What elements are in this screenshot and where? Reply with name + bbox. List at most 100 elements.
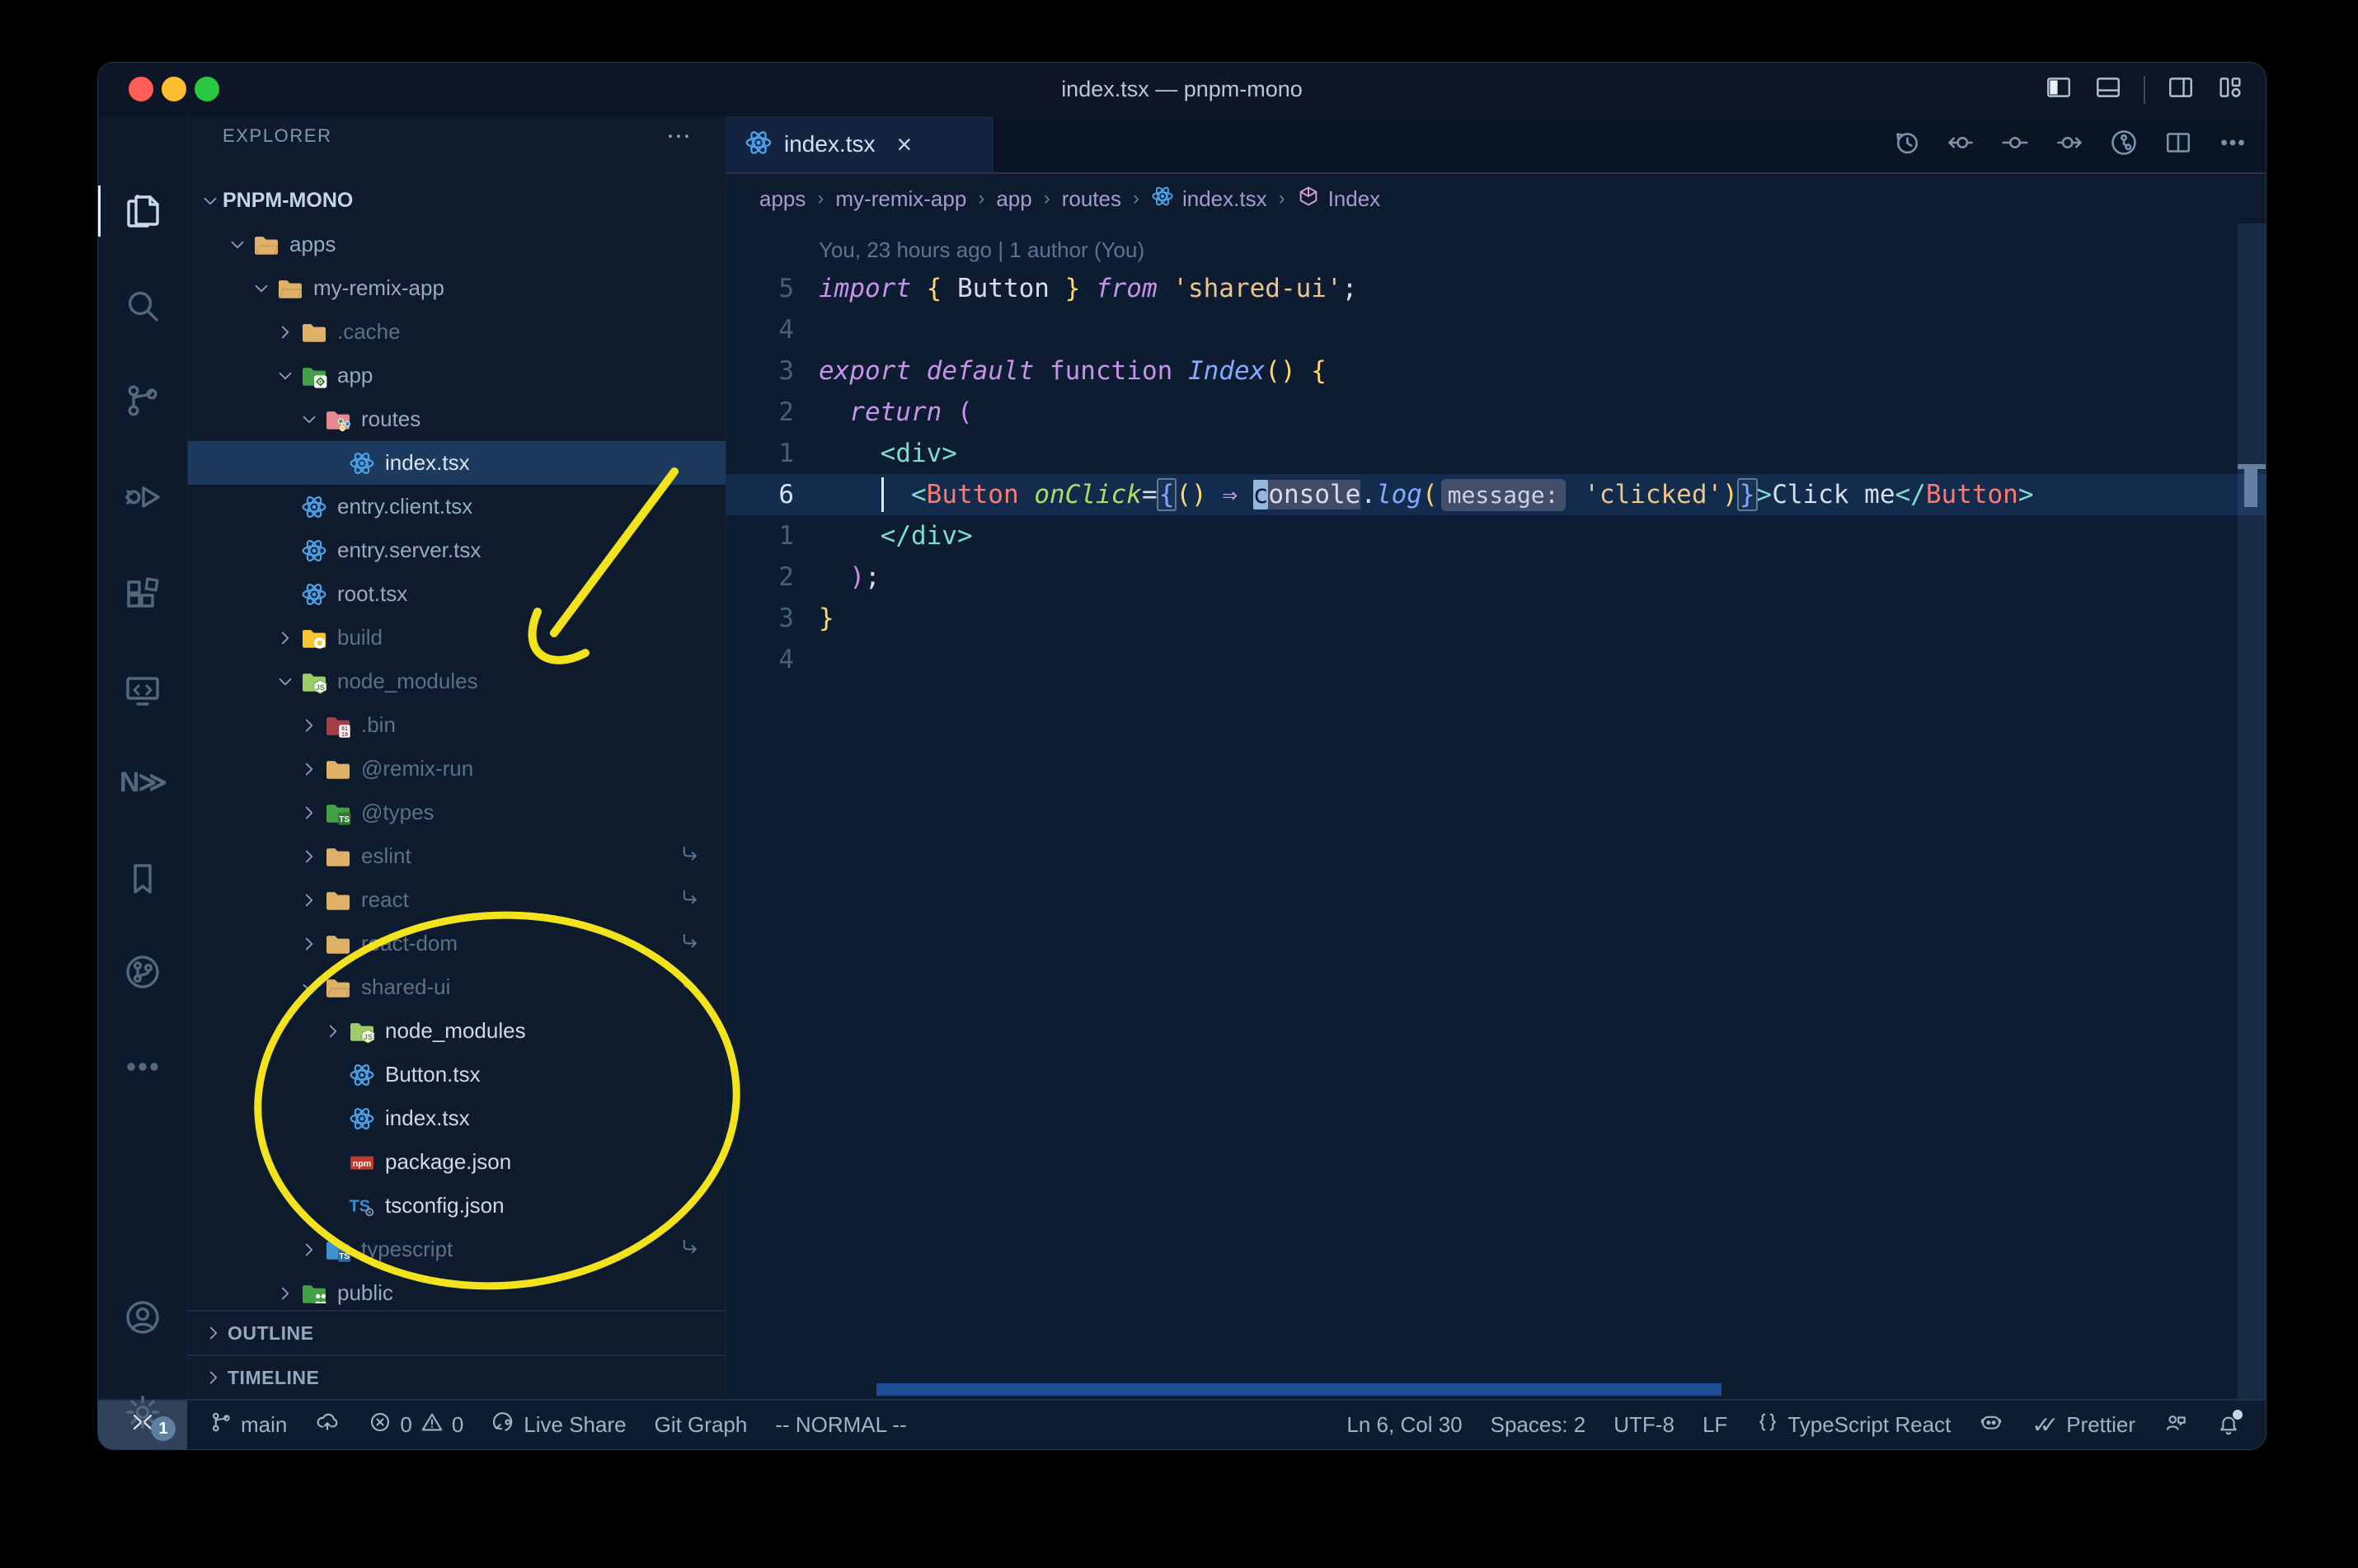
- code-line[interactable]: 2 );: [726, 556, 2266, 598]
- vertical-scrollbar[interactable]: [2238, 223, 2266, 1399]
- tree-item-@remix-run[interactable]: @remix-run: [188, 747, 726, 791]
- status-branch-main[interactable]: main: [209, 1410, 287, 1440]
- layout-sidebar-left-icon[interactable]: [2045, 73, 2073, 106]
- activity-accounts[interactable]: [98, 1280, 187, 1354]
- tree-item-index.tsx[interactable]: index.tsx: [188, 441, 726, 485]
- tree-item-PNPM-MONO[interactable]: PNPM-MONO: [188, 179, 726, 223]
- tree-item-.bin[interactable]: 01 10 .bin: [188, 703, 726, 747]
- line-number[interactable]: 4: [726, 639, 819, 680]
- activity-more[interactable]: [98, 1030, 187, 1104]
- code-line[interactable]: 4: [726, 639, 2266, 680]
- tree-item-root.tsx[interactable]: root.tsx: [188, 572, 726, 616]
- code-editor[interactable]: You, 23 hours ago | 1 author (You) 5 imp…: [726, 223, 2266, 1399]
- line-number[interactable]: 3: [726, 350, 819, 392]
- activity-remote-explorer[interactable]: [98, 654, 187, 728]
- activity-explorer[interactable]: [98, 174, 187, 248]
- status-notifications[interactable]: [2216, 1409, 2243, 1438]
- tree-item-react-dom[interactable]: react-dom: [188, 922, 726, 965]
- breadcrumb-routes[interactable]: routes: [1062, 186, 1121, 212]
- line-number[interactable]: 6: [726, 474, 819, 515]
- tree-item-my-remix-app[interactable]: my-remix-app: [188, 266, 726, 310]
- activity-settings[interactable]: 1: [98, 1375, 187, 1449]
- commit-icon[interactable]: [2000, 128, 2030, 162]
- tree-item-entry.client.tsx[interactable]: entry.client.tsx: [188, 485, 726, 528]
- code-line[interactable]: 4: [726, 309, 2266, 350]
- code-line[interactable]: 3 export default function Index() {: [726, 350, 2266, 392]
- code-line[interactable]: 6 <Button onClick={() ⇒ console.log(mess…: [726, 474, 2266, 515]
- activity-run-debug[interactable]: [98, 460, 187, 534]
- tree-item-public[interactable]: public: [188, 1271, 726, 1310]
- tree-item-entry.server.tsx[interactable]: entry.server.tsx: [188, 528, 726, 572]
- line-number[interactable]: 3: [726, 598, 819, 639]
- status-vim-mode[interactable]: -- NORMAL --: [775, 1412, 906, 1438]
- tree-item-tsconfig.json[interactable]: TS tsconfig.json: [188, 1184, 726, 1228]
- close-tab-icon[interactable]: ×: [897, 129, 913, 160]
- code-line[interactable]: 1 </div>: [726, 515, 2266, 556]
- tree-item-package.json[interactable]: npm package.json: [188, 1140, 726, 1184]
- status-live-share[interactable]: Live Share: [491, 1410, 627, 1440]
- ellipsis-icon[interactable]: [2218, 128, 2248, 162]
- horizontal-scrollbar[interactable]: [876, 1383, 1722, 1396]
- activity-search[interactable]: [98, 269, 187, 343]
- breadcrumb-app[interactable]: app: [996, 186, 1031, 212]
- breadcrumb-my-remix-app[interactable]: my-remix-app: [835, 186, 966, 212]
- layout-sidebar-right-icon[interactable]: [2167, 73, 2195, 106]
- tree-item-label: PNPM-MONO: [223, 189, 354, 212]
- line-number[interactable]: 1: [726, 515, 819, 556]
- activity-nx-console[interactable]: N≫: [98, 745, 187, 819]
- tree-item-apps[interactable]: apps: [188, 223, 726, 266]
- status-eol[interactable]: LF: [1703, 1412, 1727, 1438]
- status-git-graph[interactable]: Git Graph: [655, 1412, 748, 1438]
- code-line[interactable]: 5 import { Button } from 'shared-ui';: [726, 268, 2266, 309]
- status-prettier[interactable]: ✓✓ Prettier: [2032, 1411, 2135, 1439]
- status-encoding[interactable]: UTF-8: [1613, 1412, 1675, 1438]
- section-outline[interactable]: OUTLINE: [188, 1310, 726, 1354]
- activity-source-control[interactable]: [98, 364, 187, 438]
- status-feedback[interactable]: [2163, 1410, 2188, 1440]
- tree-item-Button.tsx[interactable]: Button.tsx: [188, 1053, 726, 1096]
- tree-item-@types[interactable]: TS @types: [188, 791, 726, 834]
- status-cursor-position[interactable]: Ln 6, Col 30: [1346, 1412, 1462, 1438]
- status-problems[interactable]: 0 0: [368, 1410, 463, 1440]
- tree-item-shared-ui[interactable]: shared-ui: [188, 965, 726, 1009]
- status-indentation[interactable]: Spaces: 2: [1491, 1412, 1586, 1438]
- status-sync[interactable]: [315, 1410, 340, 1440]
- tree-item-routes[interactable]: routes: [188, 397, 726, 441]
- code-line[interactable]: 1 <div>: [726, 433, 2266, 474]
- layout-panel-icon[interactable]: [2094, 73, 2122, 106]
- branch-circle-icon[interactable]: [2109, 128, 2139, 162]
- line-number[interactable]: 2: [726, 392, 819, 433]
- section-timeline[interactable]: TIMELINE: [188, 1354, 726, 1399]
- tree-item-eslint[interactable]: eslint: [188, 834, 726, 878]
- tree-item-typescript[interactable]: TS typescript: [188, 1228, 726, 1271]
- status-language-mode[interactable]: TypeScript React: [1755, 1410, 1951, 1440]
- explorer-actions-icon[interactable]: ⋯: [666, 122, 693, 151]
- split-icon[interactable]: [2163, 128, 2193, 162]
- status-copilot[interactable]: [1979, 1410, 2003, 1440]
- line-number[interactable]: 2: [726, 556, 819, 598]
- line-number[interactable]: 4: [726, 309, 819, 350]
- tree-item-app[interactable]: app: [188, 354, 726, 397]
- tree-item-react[interactable]: react: [188, 878, 726, 922]
- tree-item-node_modules[interactable]: JS node_modules: [188, 1009, 726, 1053]
- tree-item-.cache[interactable]: .cache: [188, 310, 726, 354]
- code-line[interactable]: 3 }: [726, 598, 2266, 639]
- tree-item-index.tsx[interactable]: index.tsx: [188, 1096, 726, 1140]
- layout-customize-icon[interactable]: [2216, 73, 2244, 106]
- activity-git-graph[interactable]: [98, 935, 187, 1009]
- commit-next-icon[interactable]: [2055, 128, 2084, 162]
- commit-prev-icon[interactable]: [1946, 128, 1975, 162]
- history-icon[interactable]: [1891, 128, 1921, 162]
- tree-item-node_modules[interactable]: JS node_modules: [188, 660, 726, 703]
- code-line[interactable]: 2 return (: [726, 392, 2266, 433]
- breadcrumb-Index[interactable]: Index: [1297, 185, 1380, 214]
- activity-extensions[interactable]: [98, 557, 187, 631]
- line-number[interactable]: 5: [726, 268, 819, 309]
- activity-bookmarks[interactable]: [98, 842, 187, 916]
- breadcrumb-apps[interactable]: apps: [759, 186, 806, 212]
- line-number[interactable]: 1: [726, 433, 819, 474]
- symbol-icon: [1297, 185, 1320, 214]
- tree-item-build[interactable]: build: [188, 616, 726, 660]
- tab-index-tsx[interactable]: index.tsx ×: [726, 116, 993, 172]
- breadcrumb-index.tsx[interactable]: index.tsx: [1151, 185, 1267, 214]
